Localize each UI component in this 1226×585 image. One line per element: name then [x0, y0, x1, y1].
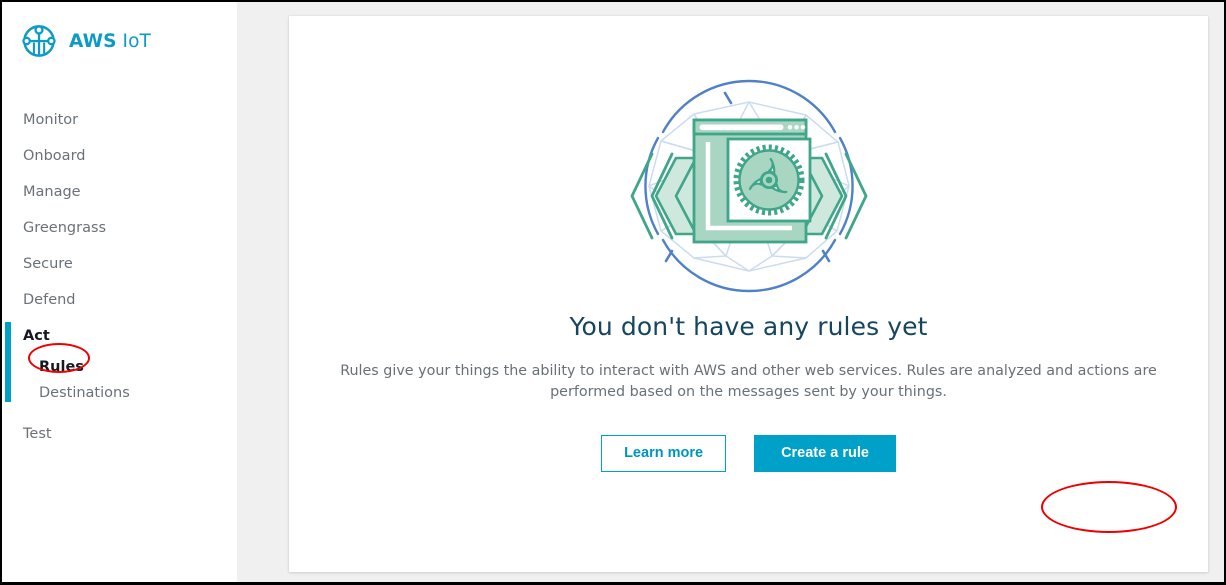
brand-title: AWS IoT — [69, 31, 151, 52]
sidebar-item-secure[interactable]: Secure — [2, 246, 237, 282]
sidebar-item-rules[interactable]: Rules — [2, 354, 237, 380]
sidebar: AWS IoT Monitor Onboard Manage Greengras… — [2, 2, 237, 582]
sidebar-nav: Monitor Onboard Manage Greengrass Secure… — [2, 102, 237, 452]
sidebar-item-monitor[interactable]: Monitor — [2, 102, 237, 138]
sidebar-item-test[interactable]: Test — [2, 416, 237, 452]
page-title: You don't have any rules yet — [569, 312, 928, 341]
rules-empty-state-illustration — [630, 79, 867, 293]
sidebar-item-manage[interactable]: Manage — [2, 174, 237, 210]
brand[interactable]: AWS IoT — [20, 22, 151, 60]
empty-state-description: Rules give your things the ability to in… — [340, 363, 1157, 400]
sidebar-item-greengrass[interactable]: Greengrass — [2, 210, 237, 246]
brand-name-bold: AWS — [69, 30, 117, 52]
sidebar-item-onboard[interactable]: Onboard — [2, 138, 237, 174]
rules-empty-state-panel: You don't have any rules yet Rules give … — [289, 16, 1208, 572]
sidebar-item-defend[interactable]: Defend — [2, 282, 237, 318]
highlight-create-a-rule-annotation — [1041, 481, 1177, 533]
aws-iot-logo-icon — [22, 25, 56, 57]
brand-name-light: IoT — [116, 30, 151, 52]
app-window: AWS IoT Monitor Onboard Manage Greengras… — [0, 0, 1226, 585]
sidebar-item-destinations[interactable]: Destinations — [2, 380, 237, 406]
create-a-rule-button[interactable]: Create a rule — [754, 435, 896, 472]
sidebar-item-act[interactable]: Act — [2, 318, 237, 354]
learn-more-button[interactable]: Learn more — [601, 435, 727, 472]
empty-state: You don't have any rules yet Rules give … — [289, 16, 1208, 472]
empty-state-actions: Learn more Create a rule — [289, 435, 1208, 472]
